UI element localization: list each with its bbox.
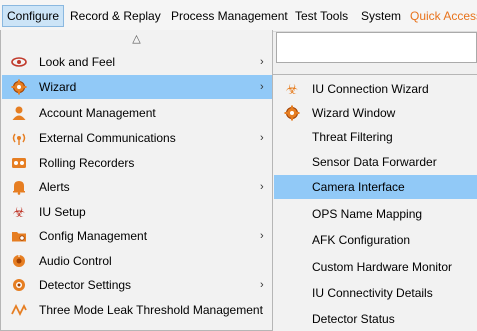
submenu-item-afk-configuration[interactable]: AFK Configuration xyxy=(274,228,477,252)
bell-icon xyxy=(11,179,27,195)
submenu-item-sensor-data-forwarder[interactable]: Sensor Data Forwarder xyxy=(274,150,477,174)
folder-icon xyxy=(11,228,27,244)
menu-item-label: External Communications xyxy=(39,131,176,145)
configure-dropdown: △ Look and Feel › Wizard › Account Manag… xyxy=(0,30,273,331)
gear-icon xyxy=(11,79,27,95)
chevron-right-icon: › xyxy=(260,230,264,242)
background-panel xyxy=(276,32,477,63)
menu-configure[interactable]: Configure xyxy=(2,5,65,27)
audio-icon xyxy=(11,253,27,269)
chevron-right-icon: › xyxy=(260,181,264,193)
menu-item-look-and-feel[interactable]: Look and Feel › xyxy=(2,50,272,74)
submenu-item-threat-filtering[interactable]: Threat Filtering xyxy=(274,125,477,149)
menu-item-label: Wizard xyxy=(39,80,77,94)
menu-item-rolling-recorders[interactable]: Rolling Recorders xyxy=(2,151,272,175)
menu-item-label: Alerts xyxy=(39,180,70,194)
submenu-item-wizard-window[interactable]: Wizard Window xyxy=(274,101,477,125)
menu-bar: Configure Record & Replay Process Manage… xyxy=(0,0,477,32)
submenu-item-label: Wizard Window xyxy=(312,106,396,120)
submenu-item-iu-connection-wizard[interactable]: ☣ IU Connection Wizard xyxy=(274,77,477,101)
submenu-item-label: IU Connection Wizard xyxy=(312,82,429,96)
menu-quick-access[interactable]: Quick Access xyxy=(406,6,477,26)
menu-item-wizard[interactable]: Wizard › xyxy=(2,75,272,99)
submenu-item-custom-hardware-monitor[interactable]: Custom Hardware Monitor xyxy=(274,255,477,279)
chevron-right-icon: › xyxy=(260,56,264,68)
chevron-right-icon: › xyxy=(260,81,264,93)
menu-item-three-mode-leak-threshold[interactable]: Three Mode Leak Threshold Management xyxy=(2,298,272,322)
submenu-item-label: Camera Interface xyxy=(312,180,405,194)
wizard-submenu: ☣ IU Connection Wizard Wizard Window Thr… xyxy=(272,74,477,331)
menu-item-label: Look and Feel xyxy=(39,55,116,69)
chevron-right-icon: › xyxy=(260,132,264,144)
submenu-item-camera-interface[interactable]: Camera Interface xyxy=(274,175,477,199)
menu-item-label: Rolling Recorders xyxy=(39,156,135,170)
menu-item-detector-settings[interactable]: Detector Settings › xyxy=(2,273,272,297)
submenu-item-label: Detector Status xyxy=(312,312,395,326)
menu-system[interactable]: System xyxy=(357,6,405,26)
menu-item-external-communications[interactable]: External Communications › xyxy=(2,126,272,150)
submenu-item-label: Sensor Data Forwarder xyxy=(312,155,437,169)
menu-item-iu-setup[interactable]: ☣ IU Setup xyxy=(2,200,272,224)
detector-icon xyxy=(11,277,27,293)
menu-item-label: Audio Control xyxy=(39,254,112,268)
submenu-item-label: OPS Name Mapping xyxy=(312,207,423,221)
menu-test-tools[interactable]: Test Tools xyxy=(291,6,352,26)
menu-item-label: Three Mode Leak Threshold Management xyxy=(39,303,263,317)
menu-item-account-management[interactable]: Account Management xyxy=(2,101,272,125)
biohazard-icon: ☣ xyxy=(12,204,26,220)
menu-item-label: Account Management xyxy=(39,106,156,120)
triangle-up-icon: △ xyxy=(132,33,141,45)
menu-record-replay[interactable]: Record & Replay xyxy=(66,6,165,26)
gear-icon xyxy=(284,105,300,121)
menu-item-label: IU Setup xyxy=(39,205,86,219)
menu-item-config-management[interactable]: Config Management › xyxy=(2,224,272,248)
menu-item-label: Detector Settings xyxy=(39,278,132,292)
submenu-item-label: IU Connectivity Details xyxy=(312,286,433,300)
submenu-item-label: Threat Filtering xyxy=(312,130,393,144)
chevron-right-icon: › xyxy=(260,279,264,291)
scroll-up-arrow[interactable]: △ xyxy=(1,30,272,48)
submenu-item-iu-connectivity-details[interactable]: IU Connectivity Details xyxy=(274,281,477,305)
submenu-item-detector-status[interactable]: Detector Status xyxy=(274,307,477,331)
menu-process-management[interactable]: Process Management xyxy=(167,6,292,26)
submenu-item-label: Custom Hardware Monitor xyxy=(312,260,453,274)
eye-icon xyxy=(11,54,27,70)
menu-item-alerts[interactable]: Alerts › xyxy=(2,175,272,199)
antenna-icon xyxy=(11,130,27,146)
recorder-icon xyxy=(11,155,27,171)
menu-item-audio-control[interactable]: Audio Control xyxy=(2,249,272,273)
submenu-item-label: AFK Configuration xyxy=(312,233,411,247)
user-icon xyxy=(11,105,27,121)
menu-item-label: Config Management xyxy=(39,229,148,243)
wave-icon xyxy=(11,302,27,318)
submenu-item-ops-name-mapping[interactable]: OPS Name Mapping xyxy=(274,202,477,226)
biohazard-icon: ☣ xyxy=(285,81,299,97)
